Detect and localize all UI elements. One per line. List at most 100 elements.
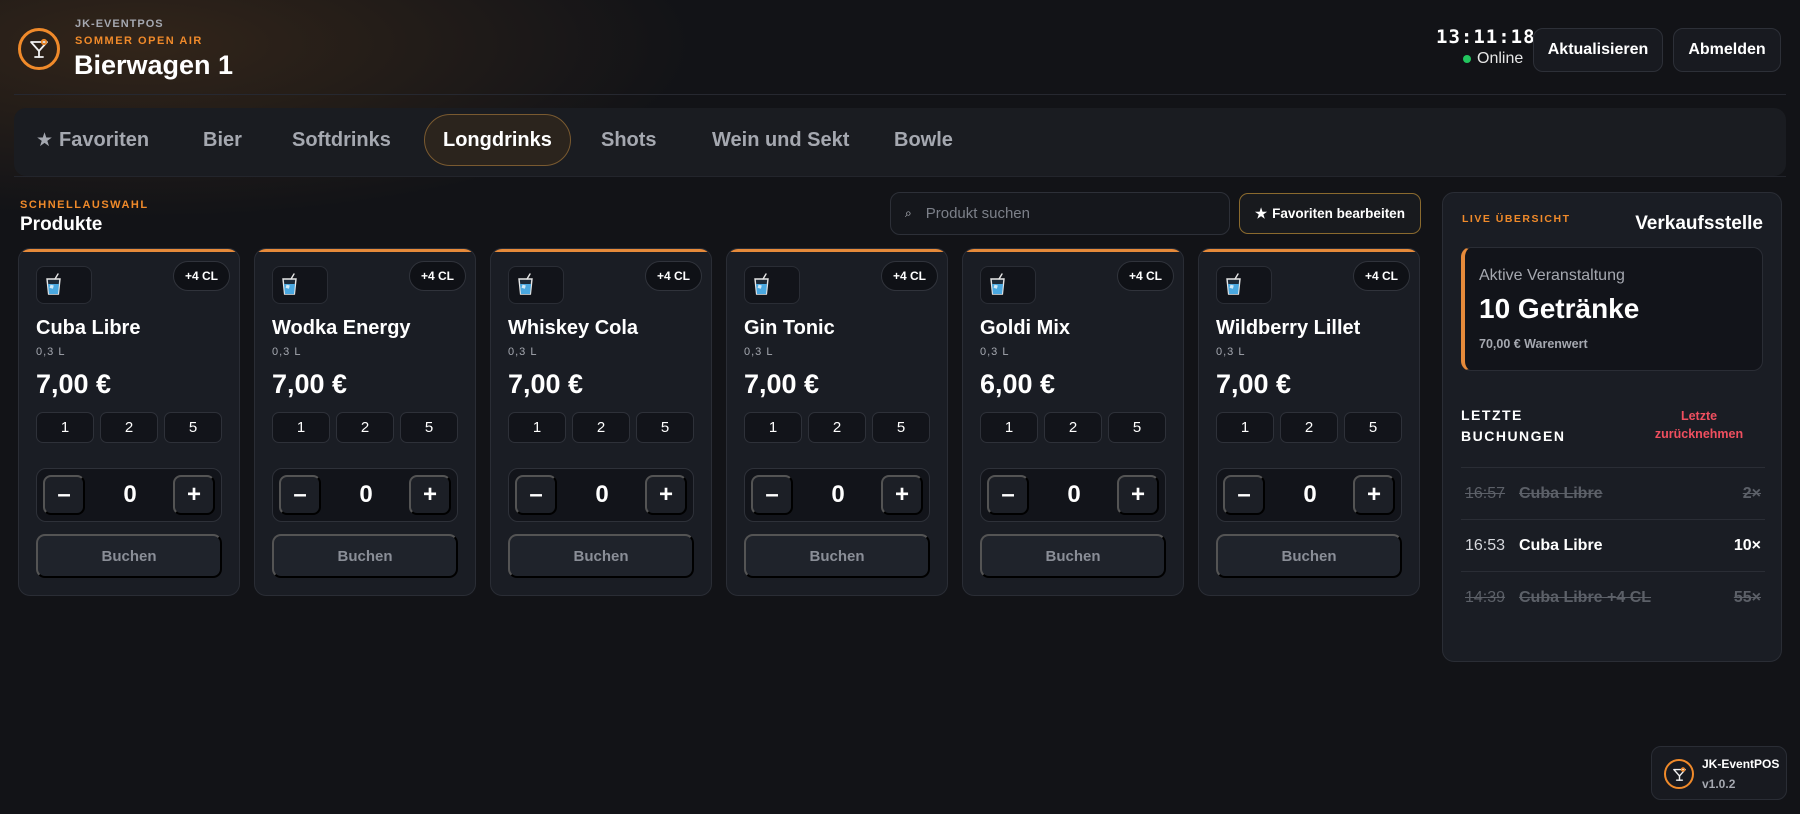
edit-favorites-button[interactable]: ★ Favoriten bearbeiten — [1239, 193, 1421, 234]
extra-shot-badge[interactable]: +4 CL — [1116, 261, 1174, 291]
booking-qty: 10× — [1733, 536, 1761, 554]
quantity-stepper: – 0 + — [744, 468, 930, 522]
decrement-button[interactable]: – — [43, 475, 85, 515]
book-button[interactable]: Buchen — [980, 534, 1166, 578]
increment-button[interactable]: + — [881, 475, 923, 515]
extra-shot-badge[interactable]: +4 CL — [408, 261, 466, 291]
tab-label: Bier — [203, 128, 242, 151]
quantity-stepper: – 0 + — [508, 468, 694, 522]
connection-status-label: Online — [1477, 50, 1524, 67]
quick-qty-1-button[interactable]: 1 — [272, 412, 330, 443]
live-overview-panel: LIVE ÜBERSICHT Verkaufsstelle Aktive Ver… — [1442, 192, 1782, 662]
undo-label-line: Letzte — [1680, 409, 1718, 423]
quantity-value: 0 — [831, 481, 845, 508]
increment-button[interactable]: + — [1117, 475, 1159, 515]
drink-icon — [980, 266, 1036, 304]
product-card: +4 CL Cuba Libre 0,3 L 7,00 € 1 2 5 – 0 … — [18, 248, 240, 596]
decrement-button[interactable]: – — [515, 475, 557, 515]
quick-qty-2-button[interactable]: 2 — [1280, 412, 1338, 443]
product-volume: 0,3 L — [508, 346, 538, 358]
quick-qty-5-button[interactable]: 5 — [1108, 412, 1166, 443]
book-button[interactable]: Buchen — [508, 534, 694, 578]
event-name: SOMMER OPEN AIR — [75, 35, 203, 47]
tab-bier[interactable]: Bier — [185, 114, 260, 166]
extra-shot-badge[interactable]: +4 CL — [880, 261, 938, 291]
quick-qty-5-button[interactable]: 5 — [1344, 412, 1402, 443]
product-price: 7,00 € — [272, 369, 348, 399]
active-event-card: Aktive Veranstaltung 10 Getränke 70,00 €… — [1461, 247, 1763, 371]
quick-qty-2-button[interactable]: 2 — [808, 412, 866, 443]
extra-shot-badge[interactable]: +4 CL — [1352, 261, 1410, 291]
product-name: Whiskey Cola — [508, 317, 639, 339]
booking-row: 16:57 Cuba Libre 2× — [1461, 467, 1765, 519]
quick-qty-1-button[interactable]: 1 — [36, 412, 94, 443]
refresh-button[interactable]: Aktualisieren — [1533, 28, 1663, 72]
quick-qty-2-button[interactable]: 2 — [100, 412, 158, 443]
quick-qty-2-button[interactable]: 2 — [1044, 412, 1102, 443]
booking-row: 16:53 Cuba Libre 10× — [1461, 519, 1765, 571]
quick-qty-2-button[interactable]: 2 — [336, 412, 394, 443]
product-price: 6,00 € — [980, 369, 1056, 399]
book-button[interactable]: Buchen — [1216, 534, 1402, 578]
extra-shot-badge[interactable]: +4 CL — [644, 261, 702, 291]
quick-qty-1-button[interactable]: 1 — [508, 412, 566, 443]
quick-qty-5-button[interactable]: 5 — [400, 412, 458, 443]
book-button[interactable]: Buchen — [36, 534, 222, 578]
decrement-button[interactable]: – — [751, 475, 793, 515]
search-input[interactable] — [925, 205, 1206, 222]
tab-shots[interactable]: Shots — [583, 114, 675, 166]
tab-wein-und-sekt[interactable]: Wein und Sekt — [694, 114, 867, 166]
product-name: Goldi Mix — [980, 317, 1070, 339]
increment-button[interactable]: + — [1353, 475, 1395, 515]
tab-longdrinks[interactable]: Longdrinks — [424, 114, 571, 166]
active-event-value: 10 Getränke — [1479, 293, 1640, 324]
product-name: Gin Tonic — [744, 317, 835, 339]
booking-time: 16:57 — [1465, 484, 1506, 502]
product-card: +4 CL Wildberry Lillet 0,3 L 7,00 € 1 2 … — [1198, 248, 1420, 596]
book-button[interactable]: Buchen — [272, 534, 458, 578]
quick-qty-1-button[interactable]: 1 — [1216, 412, 1274, 443]
product-price: 7,00 € — [508, 369, 584, 399]
decrement-button[interactable]: – — [279, 475, 321, 515]
active-event-total: 70,00 € Warenwert — [1479, 337, 1588, 351]
increment-button[interactable]: + — [645, 475, 687, 515]
app-header: JK-EVENTPOS SOMMER OPEN AIR Bierwagen 1 … — [0, 0, 1800, 94]
active-event-label: Aktive Veranstaltung — [1479, 267, 1625, 284]
connection-status: Online — [1463, 50, 1523, 68]
quantity-stepper: – 0 + — [36, 468, 222, 522]
book-button[interactable]: Buchen — [744, 534, 930, 578]
tab-bowle[interactable]: Bowle — [876, 114, 971, 166]
product-price: 7,00 € — [1216, 369, 1292, 399]
undo-last-button[interactable]: Letzte zurücknehmen — [1639, 407, 1759, 443]
section-title: Produkte — [20, 214, 103, 235]
product-volume: 0,3 L — [1216, 346, 1246, 358]
footer-version: v1.0.2 — [1702, 777, 1736, 791]
search-icon: ⌕ — [905, 206, 912, 220]
booking-qty: 55× — [1733, 588, 1761, 606]
increment-button[interactable]: + — [173, 475, 215, 515]
tab-softdrinks[interactable]: Softdrinks — [274, 114, 409, 166]
search-box[interactable]: ⌕ — [890, 192, 1230, 235]
quick-qty-5-button[interactable]: 5 — [164, 412, 222, 443]
increment-button[interactable]: + — [409, 475, 451, 515]
booking-product: Cuba Libre — [1519, 484, 1603, 502]
quick-qty-1-button[interactable]: 1 — [744, 412, 802, 443]
quick-qty-5-button[interactable]: 5 — [872, 412, 930, 443]
logout-button[interactable]: Abmelden — [1673, 28, 1781, 72]
extra-shot-badge[interactable]: +4 CL — [172, 261, 230, 291]
tabs-divider — [14, 176, 1786, 177]
quick-qty-2-button[interactable]: 2 — [572, 412, 630, 443]
recent-title-line: LETZTE — [1461, 407, 1523, 423]
decrement-button[interactable]: – — [987, 475, 1029, 515]
product-volume: 0,3 L — [272, 346, 302, 358]
quick-qty-5-button[interactable]: 5 — [636, 412, 694, 443]
product-name: Wildberry Lillet — [1216, 317, 1361, 339]
tab-favoriten[interactable]: ★ Favoriten — [18, 114, 167, 166]
product-volume: 0,3 L — [36, 346, 66, 358]
decrement-button[interactable]: – — [1223, 475, 1265, 515]
tab-label: Favoriten — [59, 128, 150, 151]
tab-label: Longdrinks — [443, 128, 552, 151]
section-eyebrow: SCHNELLAUSWAHL — [20, 199, 149, 211]
header-divider — [14, 94, 1786, 95]
quick-qty-1-button[interactable]: 1 — [980, 412, 1038, 443]
